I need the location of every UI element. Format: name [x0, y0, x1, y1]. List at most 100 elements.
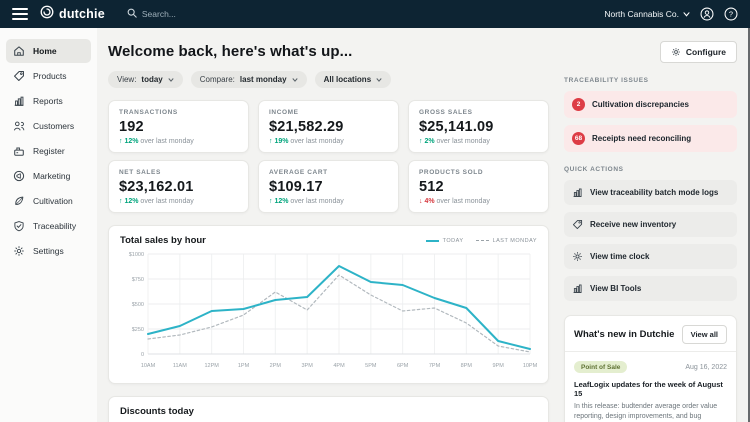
svg-text:6PM: 6PM — [397, 363, 409, 369]
search-input[interactable]: Search... — [127, 5, 176, 23]
bar-chart-icon — [13, 95, 25, 107]
svg-text:$500: $500 — [132, 302, 144, 308]
tag-icon — [13, 70, 25, 82]
megaphone-icon — [13, 170, 25, 182]
news-date: Aug 16, 2022 — [685, 363, 727, 371]
svg-text:$250: $250 — [132, 327, 144, 333]
stat-card-average-cart: AVERAGE CART $109.17 12% over last monda… — [258, 160, 399, 213]
chevron-down-icon — [376, 77, 382, 82]
count-badge: 2 — [572, 98, 585, 111]
quick-action-batch-logs[interactable]: View traceability batch mode logs — [564, 180, 737, 205]
quick-actions-heading: Quick Actions — [564, 166, 624, 173]
discounts-card: Discounts today — [108, 396, 549, 422]
traceability-issues-heading: Traceability Issues — [564, 77, 649, 84]
news-item: Point of Sale Aug 16, 2022 LeafLogix upd… — [565, 352, 736, 422]
chart-title: Total sales by hour — [120, 235, 206, 246]
sidebar-item-home[interactable]: Home — [6, 39, 91, 63]
app-body: Home Products Reports Customers Register… — [0, 28, 750, 422]
news-item-title: LeafLogix updates for the week of August… — [574, 380, 723, 398]
svg-text:3PM: 3PM — [302, 363, 314, 369]
sidebar-item-marketing[interactable]: Marketing — [6, 164, 91, 188]
gear-icon — [573, 252, 582, 261]
alert-cultivation-discrepancies[interactable]: 2 Cultivation discrepancies — [564, 91, 737, 118]
stat-card-transactions: TRANSACTIONS 192 12% over last monday — [108, 100, 249, 153]
category-badge: Point of Sale — [574, 361, 628, 373]
quick-action-time-clock[interactable]: View time clock — [564, 244, 737, 269]
sidebar-item-customers[interactable]: Customers — [6, 114, 91, 138]
right-rail: Configure Traceability Issues 2 Cultivat… — [564, 28, 737, 422]
sidebar-item-traceability[interactable]: Traceability — [6, 214, 91, 238]
brand-name: dutchie — [59, 7, 105, 21]
svg-text:7PM: 7PM — [429, 363, 441, 369]
stat-card-net-sales: NET SALES $23,162.01 12% over last monda… — [108, 160, 249, 213]
register-icon — [13, 145, 25, 157]
tag-icon — [572, 219, 583, 230]
svg-text:$1000: $1000 — [129, 252, 144, 258]
sidebar-item-settings[interactable]: Settings — [6, 239, 91, 263]
svg-text:12PM: 12PM — [204, 363, 219, 369]
chevron-down-icon — [291, 77, 298, 82]
svg-text:2PM: 2PM — [270, 363, 282, 369]
svg-text:4PM: 4PM — [333, 363, 345, 369]
svg-text:10PM: 10PM — [523, 363, 538, 369]
chart-legend: TODAY LAST MONDAY — [425, 238, 537, 244]
svg-text:8PM: 8PM — [461, 363, 473, 369]
svg-text:9PM: 9PM — [493, 363, 505, 369]
sidebar-item-reports[interactable]: Reports — [6, 89, 91, 113]
gear-icon — [13, 245, 25, 257]
svg-text:10AM: 10AM — [141, 363, 156, 369]
topbar: dutchie Search... North Cannabis Co. ? — [0, 0, 750, 28]
dashboard-screen: dutchie Search... North Cannabis Co. ? H… — [0, 0, 750, 422]
chevron-down-icon — [168, 77, 174, 82]
view-filter[interactable]: View: today — [108, 71, 183, 88]
svg-text:?: ? — [729, 10, 733, 19]
shield-check-icon — [13, 220, 25, 232]
menu-icon[interactable] — [12, 8, 28, 20]
stats-grid: TRANSACTIONS 192 12% over last monday IN… — [108, 100, 549, 213]
leaf-icon — [13, 195, 25, 207]
stat-card-gross-sales: GROSS SALES $25,141.09 2% over last mond… — [408, 100, 549, 153]
svg-text:5PM: 5PM — [365, 363, 377, 369]
sidebar-item-products[interactable]: Products — [6, 64, 91, 88]
compare-filter[interactable]: Compare: last monday — [190, 71, 307, 88]
stat-card-income: INCOME $21,582.29 19% over last monday — [258, 100, 399, 153]
today-line-swatch — [425, 239, 439, 242]
topbar-right: North Cannabis Co. ? — [604, 7, 738, 21]
sales-chart: 10AM 11AM 12PM 1PM 2PM 3PM 4PM 5PM 6PM 7PM 8PM 9PM 1… — [129, 252, 538, 369]
org-switcher[interactable]: North Cannabis Co. — [604, 9, 690, 19]
bar-chart-icon — [573, 284, 582, 293]
sidebar: Home Products Reports Customers Register… — [0, 28, 97, 422]
configure-button[interactable]: Configure — [659, 41, 737, 63]
stat-card-products-sold: PRODUCTS SOLD 512 4% over last monday — [408, 160, 549, 213]
discounts-title: Discounts today — [120, 406, 194, 417]
svg-text:11AM: 11AM — [173, 363, 187, 369]
svg-text:1PM: 1PM — [238, 363, 250, 369]
search-placeholder: Search... — [141, 9, 176, 19]
sidebar-item-register[interactable]: Register — [6, 139, 91, 163]
sidebar-item-cultivation[interactable]: Cultivation — [6, 189, 91, 213]
view-all-button[interactable]: View all — [681, 325, 727, 344]
filter-bar: View: today Compare: last monday All locat… — [108, 71, 549, 88]
bar-chart-icon — [573, 188, 582, 197]
whats-new-title: What's new in Dutchie — [574, 329, 675, 340]
quick-action-bi-tools[interactable]: View BI Tools — [564, 276, 737, 301]
count-badge: 68 — [572, 132, 585, 145]
alert-receipts-reconciling[interactable]: 68 Receipts need reconciling — [564, 125, 737, 152]
main-content: Welcome back, here's what's up... View: t… — [108, 28, 549, 422]
dutchie-logo-icon — [40, 5, 54, 24]
sales-by-hour-card: Total sales by hour TODAY LAST MONDAY 10… — [108, 225, 549, 384]
locations-filter[interactable]: All locations — [314, 71, 392, 88]
gear-icon — [671, 48, 680, 56]
brand-logo[interactable]: dutchie — [40, 5, 105, 24]
quick-action-receive-inventory[interactable]: Receive new inventory — [564, 212, 737, 237]
chevron-down-icon — [683, 9, 690, 19]
search-icon — [127, 5, 137, 23]
whats-new-card: What's new in Dutchie View all Point of … — [564, 315, 737, 422]
people-icon — [13, 120, 25, 132]
account-icon[interactable] — [700, 7, 714, 21]
svg-text:0: 0 — [141, 352, 144, 358]
svg-text:$750: $750 — [132, 277, 144, 283]
home-icon — [13, 45, 25, 57]
help-icon[interactable]: ? — [724, 7, 738, 21]
last-monday-line-swatch — [475, 240, 489, 241]
